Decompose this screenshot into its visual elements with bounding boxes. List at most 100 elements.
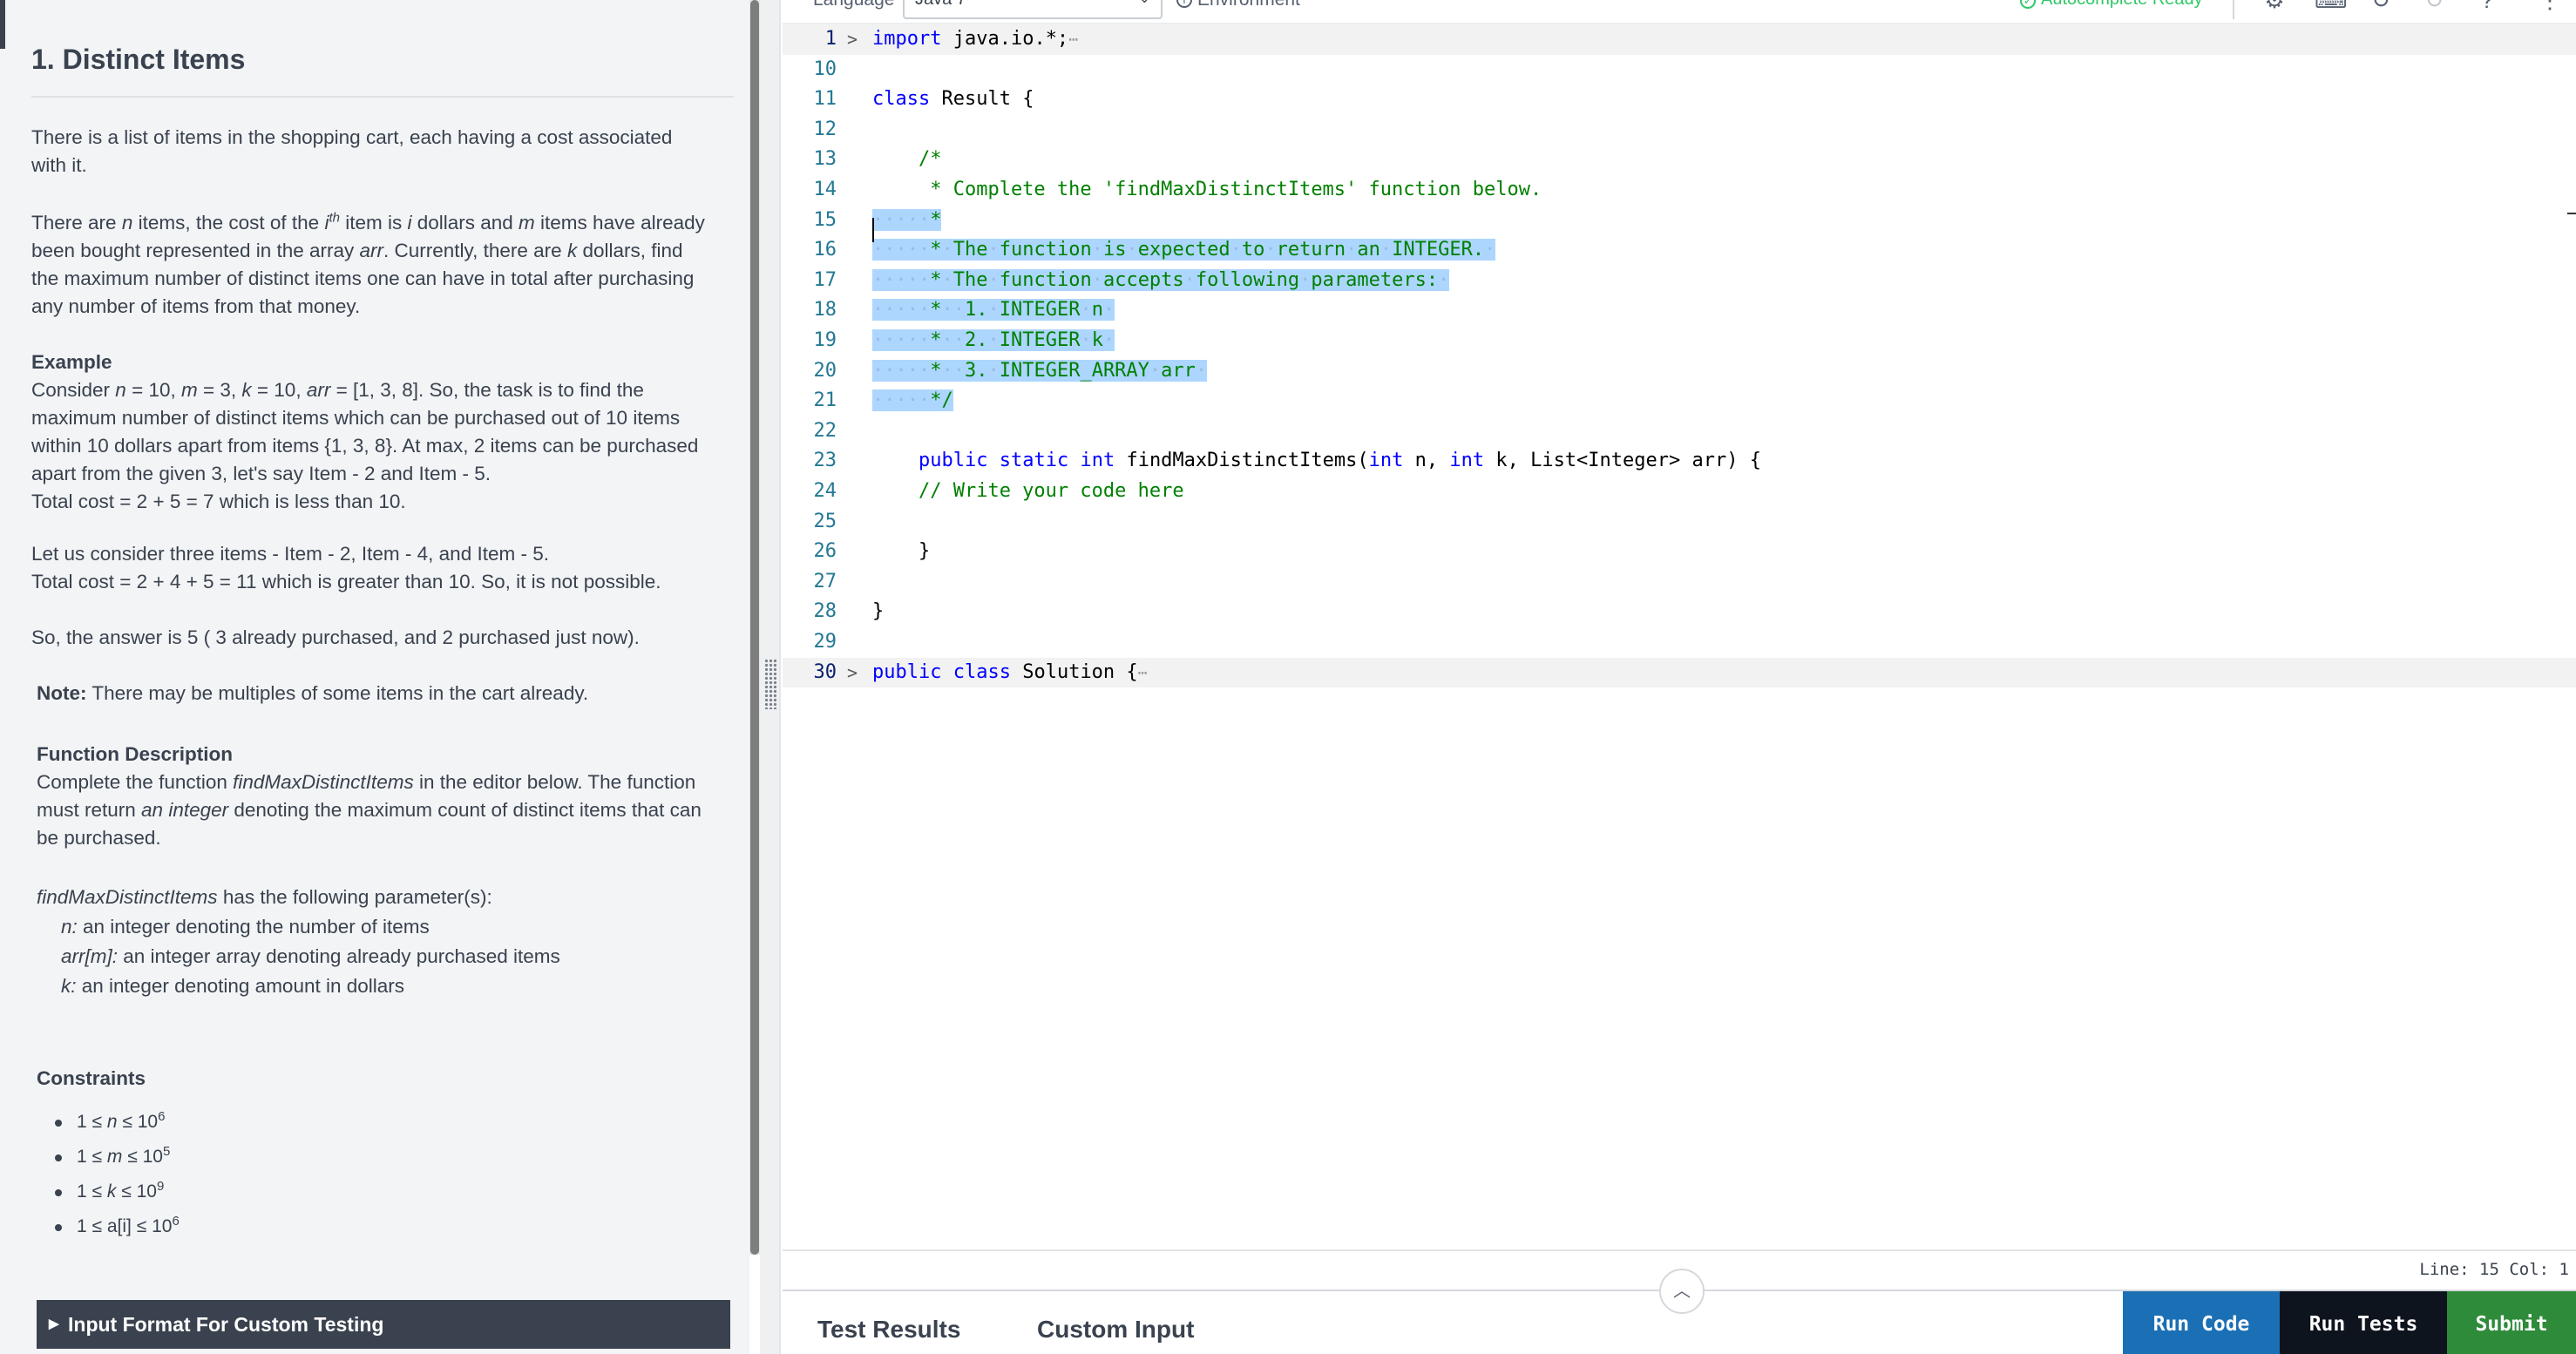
autocomplete-label: Autocomplete Ready <box>2041 0 2203 9</box>
total-cost-2: Total cost = 2 + 4 + 5 = 11 which is gre… <box>31 571 661 592</box>
submit-button[interactable]: Submit <box>2447 1291 2576 1354</box>
tab-test-results[interactable]: Test Results <box>817 1316 960 1344</box>
line-number: 30 <box>813 660 837 683</box>
code-line[interactable]: 16 ·····*·The·function·is·expected·to·re… <box>783 235 2576 266</box>
code-line[interactable]: 23 public static int findMaxDistinctItem… <box>783 446 2576 477</box>
keyboard-icon[interactable]: ⌨ <box>2315 0 2348 14</box>
line-number: 14 <box>813 179 837 200</box>
param-name: arr[m]: <box>61 945 118 967</box>
line-number: 13 <box>813 148 837 171</box>
code-line[interactable]: 19 ·····*··2.·INTEGER·k· <box>783 326 2576 356</box>
code-line[interactable]: 18 ·····*··1.·INTEGER·n· <box>783 295 2576 326</box>
code-line[interactable]: 29 <box>783 627 2576 658</box>
code-line[interactable]: 14 * Complete the 'findMaxDistinctItems'… <box>783 175 2576 206</box>
autocomplete-status[interactable]: ✓ Autocomplete Ready <box>2020 0 2203 10</box>
code-line[interactable]: 1 > import java.io.*;⋯ <box>783 24 2576 55</box>
history-icon[interactable]: ↺ <box>2421 0 2449 14</box>
run-code-button[interactable]: Run Code <box>2123 1291 2280 1354</box>
chevron-right-icon[interactable]: > <box>847 24 858 55</box>
var-m: m <box>519 212 535 234</box>
code-line[interactable]: 24 // Write your code here <box>783 477 2576 507</box>
code-line[interactable]: 10 <box>783 55 2576 85</box>
total-cost-1: Total cost = 2 + 5 = 7 which is less tha… <box>31 491 406 512</box>
line-number: 22 <box>813 419 837 442</box>
chevron-down-icon: ⌄ <box>1139 0 1150 14</box>
line-number: 20 <box>813 359 837 382</box>
toolbar-divider <box>2233 0 2234 19</box>
code-line[interactable]: 26 } <box>783 537 2576 567</box>
code-line[interactable]: 15 ·····* <box>783 206 2576 236</box>
text: ≤ 10 <box>117 1112 159 1132</box>
text: has the following parameter(s): <box>217 886 492 908</box>
run-tests-button[interactable]: Run Tests <box>2280 1291 2447 1354</box>
example-heading: Example <box>31 351 112 373</box>
text: dollars and <box>411 212 519 234</box>
code-line[interactable]: 21 ·····*/ <box>783 386 2576 416</box>
return-type: an integer <box>141 799 229 821</box>
text: 1 ≤ <box>77 1112 107 1132</box>
var: n <box>106 1112 118 1132</box>
line-number: 19 <box>813 329 837 351</box>
check-circle-icon: ✓ <box>2020 0 2036 9</box>
exponent: 9 <box>156 1179 165 1194</box>
tab-custom-input[interactable]: Custom Input <box>1037 1316 1194 1344</box>
var: m <box>106 1147 123 1167</box>
problem-statement: There are n items, the cost of the ith i… <box>31 209 711 321</box>
param-desc: an integer denoting amount in dollars <box>76 975 405 997</box>
function-name: findMaxDistinctItems <box>37 886 218 908</box>
note-label: Note: <box>37 682 87 704</box>
code-line[interactable]: 17 ·····*·The·function·accepts·following… <box>783 266 2576 296</box>
note: Note: There may be multiples of some ite… <box>37 680 716 707</box>
line-number: 25 <box>813 510 837 532</box>
code-line[interactable]: 11 class Result { <box>783 85 2576 115</box>
language-label: Language <box>813 0 894 10</box>
problem-title: 1. Distinct Items <box>31 44 246 75</box>
var-arr: arr <box>359 240 384 261</box>
code-line[interactable]: 25 <box>783 507 2576 538</box>
code-line[interactable]: 22 <box>783 416 2576 447</box>
code-line[interactable]: 28 } <box>783 597 2576 627</box>
left-scrollbar-thumb[interactable] <box>750 0 759 1255</box>
parameters: findMaxDistinctItems has the following p… <box>37 883 716 1000</box>
constraint-item: 1 ≤ n ≤ 106 <box>37 1108 716 1143</box>
code-line[interactable]: 13 /* <box>783 145 2576 175</box>
help-icon[interactable]: ? <box>2473 0 2501 14</box>
reset-icon[interactable]: ↻ <box>2367 0 2395 14</box>
example-answer: So, the answer is 5 ( 3 already purchase… <box>31 626 640 648</box>
chevron-right-icon[interactable]: > <box>847 658 858 688</box>
code-editor[interactable]: 1 > import java.io.*;⋯ 10 11 class Resul… <box>783 24 2576 1248</box>
text: ≤ 10 <box>116 1181 157 1202</box>
line-number: 12 <box>813 118 837 140</box>
code-line[interactable]: 20 ·····*··3.·INTEGER_ARRAY·arr· <box>783 356 2576 387</box>
line-number: 29 <box>813 631 837 653</box>
var-k: k <box>241 379 252 401</box>
function-name: findMaxDistinctItems <box>233 771 414 793</box>
example-section: Example Consider n = 10, m = 3, k = 10, … <box>31 349 711 516</box>
line-number: 26 <box>813 540 837 563</box>
language-select[interactable]: Java 7 ⌄ <box>903 0 1163 19</box>
params-intro: findMaxDistinctItems has the following p… <box>37 883 716 911</box>
chevron-up-icon[interactable]: ︿ <box>1659 1269 1705 1314</box>
param-desc: an integer denoting the number of items <box>77 916 430 938</box>
text: items, the cost of the <box>132 212 325 234</box>
environment-link[interactable]: i Environment <box>1176 0 1300 10</box>
line-number: 23 <box>813 450 837 472</box>
problem-intro: There is a list of items in the shopping… <box>31 126 673 176</box>
code-line[interactable]: 27 <box>783 567 2576 598</box>
code-line[interactable]: 12 <box>783 115 2576 146</box>
drag-handle-icon[interactable] <box>764 659 776 709</box>
text: item is <box>339 212 408 234</box>
line-number: 16 <box>813 239 837 261</box>
code-line[interactable]: 30 > public class Solution {⋯ <box>783 657 2576 688</box>
environment-label: Environment <box>1197 0 1300 10</box>
settings-icon[interactable]: ⚙ <box>2261 0 2288 14</box>
text: Complete the function <box>37 771 234 793</box>
more-options-icon[interactable]: ⋮ <box>2536 0 2564 14</box>
example-consider: Let us consider three items - Item - 2, … <box>31 540 711 596</box>
param-item: n: an integer denoting the number of ite… <box>37 913 716 941</box>
info-icon: i <box>1176 0 1192 9</box>
input-format-toggle[interactable]: ▶ Input Format For Custom Testing <box>37 1300 730 1349</box>
language-value: Java 7 <box>915 0 966 9</box>
line-number: 1 <box>824 28 837 50</box>
line-number: 10 <box>813 58 837 80</box>
